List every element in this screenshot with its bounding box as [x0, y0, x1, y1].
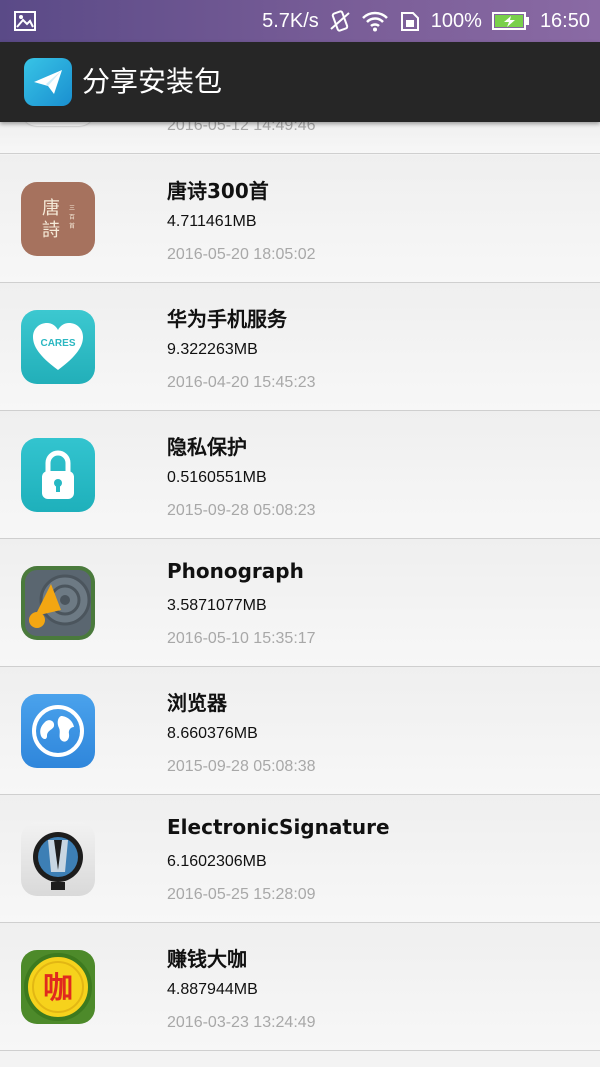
- vibrate-icon: [330, 10, 350, 32]
- svg-text:咖: 咖: [43, 971, 73, 1006]
- globe-icon: [21, 694, 95, 768]
- app-size: 9.322263MB: [167, 341, 258, 358]
- list-item[interactable]: 2016-05-12 14:49:46: [0, 101, 600, 154]
- app-name: 浏览器: [167, 691, 227, 715]
- app-name: ElectronicSignature: [167, 815, 390, 839]
- app-name: 赚钱大咖: [167, 947, 247, 971]
- svg-text:首: 首: [69, 222, 75, 230]
- paper-plane-icon: [24, 58, 72, 106]
- svg-text:百: 百: [69, 214, 75, 221]
- list-item[interactable]: Phonograph 3.5871077MB 2016-05-10 15:35:…: [0, 539, 600, 667]
- app-date: 2016-05-10 15:35:17: [167, 630, 316, 647]
- app-size: 3.5871077MB: [167, 597, 267, 614]
- status-bar: 5.7K/s 100% 16:50: [0, 0, 600, 42]
- svg-text:唐: 唐: [42, 198, 60, 219]
- kaka-icon: 咖: [21, 950, 95, 1024]
- cares-heart-icon: CARES: [21, 310, 95, 384]
- app-date: 2016-04-20 15:45:23: [167, 374, 316, 391]
- wifi-icon: [361, 11, 388, 32]
- app-name: 隐私保护: [167, 435, 247, 459]
- app-size: 4.887944MB: [167, 981, 258, 998]
- app-size: 4.711461MB: [167, 213, 257, 230]
- list-item[interactable]: 咖 赚钱大咖 4.887944MB 2016-03-23 13:24:49: [0, 923, 600, 1051]
- signature-icon: [21, 822, 95, 896]
- svg-text:三: 三: [69, 205, 75, 212]
- app-date: 2015-09-28 05:08:38: [167, 758, 316, 775]
- list-item[interactable]: CARES 华为手机服务 9.322263MB 2016-04-20 15:45…: [0, 283, 600, 411]
- app-date: 2016-05-25 15:28:09: [167, 886, 316, 903]
- sim-icon: [400, 12, 419, 31]
- status-right: 5.7K/s 100% 16:50: [262, 0, 590, 42]
- page-title: 分享安装包: [82, 65, 223, 98]
- network-speed: 5.7K/s: [262, 9, 319, 32]
- tangshi-icon: 唐 詩 三 百 首: [21, 182, 95, 256]
- padlock-icon: [21, 438, 95, 512]
- svg-text:詩: 詩: [42, 220, 60, 241]
- app-bar: 分享安装包: [0, 42, 600, 122]
- phonograph-icon: [21, 566, 95, 640]
- app-size: 8.660376MB: [167, 725, 258, 742]
- svg-text:CARES: CARES: [40, 338, 75, 349]
- app-name: 华为手机服务: [167, 307, 287, 331]
- list-item[interactable]: 隐私保护 0.5160551MB 2015-09-28 05:08:23: [0, 411, 600, 539]
- list-item[interactable]: 浏览器 8.660376MB 2015-09-28 05:08:38: [0, 667, 600, 795]
- list-item[interactable]: ElectronicSignature 6.1602306MB 2016-05-…: [0, 795, 600, 923]
- app-date: 2015-09-28 05:08:23: [167, 502, 316, 519]
- battery-charging-icon: [491, 12, 529, 30]
- app-date: 2016-03-23 13:24:49: [167, 1014, 316, 1031]
- app-name: 唐诗300首: [167, 179, 269, 203]
- app-name: Phonograph: [167, 559, 304, 583]
- app-date: 2016-05-20 18:05:02: [167, 246, 316, 263]
- app-size: 0.5160551MB: [167, 469, 267, 486]
- app-size: 6.1602306MB: [167, 853, 267, 870]
- battery-percent: 100%: [430, 9, 482, 32]
- list-item[interactable]: 唐 詩 三 百 首 唐诗300首 4.711461MB 2016-05-20 1…: [0, 155, 600, 283]
- package-list[interactable]: 2016-05-12 14:49:46 唐 詩 三 百 首 唐诗300首 4.7…: [0, 101, 600, 1051]
- clock: 16:50: [539, 9, 590, 32]
- image-icon: [14, 11, 36, 31]
